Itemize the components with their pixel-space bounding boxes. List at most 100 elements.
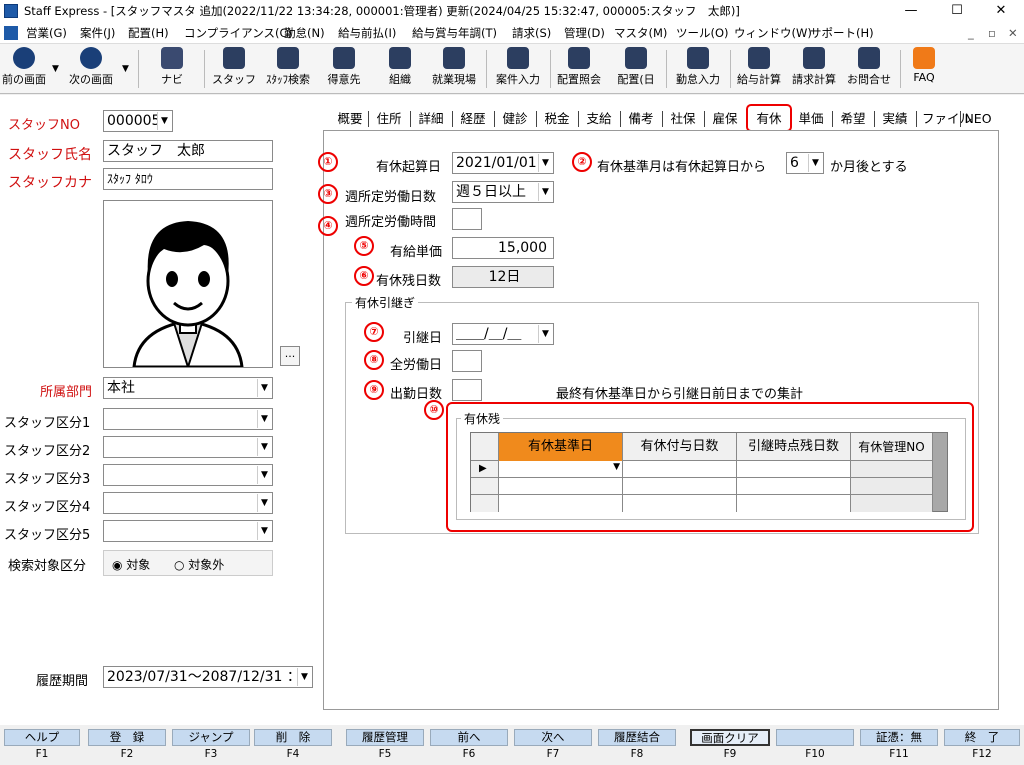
grid-cell[interactable] bbox=[737, 495, 851, 512]
close-button[interactable]: ✕ bbox=[978, 0, 1024, 22]
chevron-down-icon[interactable]: ▼ bbox=[297, 668, 311, 686]
chevron-down-icon[interactable]: ▼ bbox=[257, 522, 271, 540]
staff-search-button[interactable]: ｽﾀｯﾌ検索 bbox=[260, 47, 316, 91]
menu-seikyu[interactable]: 請求(S) bbox=[512, 22, 551, 44]
tab-unit-price[interactable]: 単価 bbox=[796, 108, 826, 130]
assign-day-button[interactable]: 配置(日 bbox=[610, 47, 662, 91]
carry-date-field[interactable]: ＿＿/＿/＿ ▼ bbox=[452, 323, 554, 345]
fkey-f9-clear[interactable]: 画面クリア bbox=[690, 729, 770, 746]
chevron-down-icon[interactable]: ▼ bbox=[257, 410, 271, 428]
menu-eigyo[interactable]: 営業(G) bbox=[26, 22, 67, 44]
minimize-button[interactable]: — bbox=[888, 0, 934, 22]
menu-window[interactable]: ウィンドウ(W) bbox=[734, 22, 812, 44]
app-menu-icon[interactable] bbox=[4, 26, 18, 40]
faq-button[interactable]: FAQ bbox=[906, 47, 942, 91]
grid-cell[interactable] bbox=[623, 478, 737, 495]
tab-results[interactable]: 実績 bbox=[880, 108, 910, 130]
tab-payment[interactable]: 支給 bbox=[584, 108, 614, 130]
menu-haichi[interactable]: 配置(H) bbox=[128, 22, 169, 44]
grid-cell[interactable] bbox=[623, 461, 737, 478]
grid-cell[interactable] bbox=[623, 495, 737, 512]
navi-button[interactable]: ナビ bbox=[152, 47, 192, 91]
prev-screen-button[interactable]: 前の画面 bbox=[2, 47, 46, 91]
tab-overview[interactable]: 概要 bbox=[336, 108, 364, 130]
menu-kanri[interactable]: 管理(D) bbox=[564, 22, 605, 44]
tab-career[interactable]: 経歴 bbox=[458, 108, 488, 130]
radio-exclude[interactable]: ○ 対象外 bbox=[174, 556, 224, 573]
site-button[interactable]: 就業現場 bbox=[428, 47, 480, 91]
attendance-days-field[interactable] bbox=[452, 379, 482, 401]
prev-dropdown-icon[interactable]: ▼ bbox=[52, 64, 59, 74]
tab-employ-ins[interactable]: 雇保 bbox=[710, 108, 740, 130]
history-period-select[interactable]: 2023/07/31～2087/12/31 ： ▼ bbox=[103, 666, 313, 688]
fkey-f1-help[interactable]: ヘルプ bbox=[4, 729, 80, 746]
tab-neo[interactable]: NEO bbox=[964, 108, 992, 130]
tab-file[interactable]: ファイル bbox=[922, 108, 972, 130]
start-date-field[interactable]: 2021/01/01 ▼ bbox=[452, 152, 554, 174]
chevron-down-icon[interactable]: ▼ bbox=[257, 438, 271, 456]
grid-cell-base-date-select[interactable]: ▼ bbox=[499, 461, 623, 478]
radio-target[interactable]: ◉ 対象 bbox=[112, 556, 150, 573]
mdi-close-button[interactable]: ✕ bbox=[1008, 22, 1018, 44]
tab-wish[interactable]: 希望 bbox=[838, 108, 868, 130]
chevron-down-icon[interactable]: ▼ bbox=[257, 379, 271, 397]
menu-kyuyo[interactable]: 給与賞与年調(T) bbox=[412, 22, 497, 44]
chevron-down-icon[interactable]: ▼ bbox=[257, 494, 271, 512]
tab-social-ins[interactable]: 社保 bbox=[668, 108, 698, 130]
tab-paid-leave[interactable]: 有休 bbox=[746, 104, 792, 132]
grid-cell[interactable] bbox=[737, 478, 851, 495]
chevron-down-icon[interactable]: ▼ bbox=[538, 325, 552, 343]
tab-notes[interactable]: 備考 bbox=[626, 108, 656, 130]
photo-browse-button[interactable]: ... bbox=[280, 346, 300, 366]
chevron-down-icon[interactable]: ▼ bbox=[538, 183, 552, 201]
staff-name-field[interactable]: スタッフ 太郎 bbox=[103, 140, 273, 162]
fkey-f2-save[interactable]: 登 録 bbox=[88, 729, 166, 746]
org-button[interactable]: 組織 bbox=[378, 47, 422, 91]
assign-inquiry-button[interactable]: 配置照会 bbox=[554, 47, 604, 91]
chevron-down-icon[interactable]: ▼ bbox=[257, 466, 271, 484]
menu-maebarai[interactable]: 給与前払(I) bbox=[338, 22, 396, 44]
fkey-f10[interactable] bbox=[776, 729, 854, 746]
grid-cell[interactable] bbox=[737, 461, 851, 478]
mdi-minimize-button[interactable]: _ bbox=[968, 22, 974, 44]
fkey-f11-evidence[interactable]: 証憑：無 bbox=[860, 729, 938, 746]
fkey-f12-exit[interactable]: 終 了 bbox=[944, 729, 1020, 746]
menu-tool[interactable]: ツール(O) bbox=[676, 22, 729, 44]
menu-anken[interactable]: 案件(J) bbox=[80, 22, 115, 44]
mdi-restore-button[interactable]: ▫ bbox=[988, 22, 996, 44]
menu-compliance[interactable]: コンプライアンス(C) bbox=[184, 22, 292, 44]
tab-health[interactable]: 健診 bbox=[500, 108, 530, 130]
fkey-f6-prev[interactable]: 前へ bbox=[430, 729, 508, 746]
staff-kana-field[interactable]: ｽﾀｯﾌ ﾀﾛｳ bbox=[103, 168, 273, 190]
kubun5-select[interactable]: ▼ bbox=[103, 520, 273, 542]
fkey-f5-history[interactable]: 履歴管理 bbox=[346, 729, 424, 746]
billing-button[interactable]: 請求計算 bbox=[788, 47, 840, 91]
inquiry-button[interactable]: お問合せ bbox=[844, 47, 894, 91]
next-screen-button[interactable]: 次の画面 bbox=[66, 47, 116, 91]
menu-support[interactable]: サポート(H) bbox=[810, 22, 874, 44]
maximize-button[interactable]: ☐ bbox=[934, 0, 980, 22]
fkey-f8-merge[interactable]: 履歴結合 bbox=[598, 729, 676, 746]
all-workdays-field[interactable] bbox=[452, 350, 482, 372]
attendance-button[interactable]: 勤怠入力 bbox=[672, 47, 724, 91]
base-month-select[interactable]: 6 ▼ bbox=[786, 152, 824, 174]
payroll-button[interactable]: 給与計算 bbox=[734, 47, 784, 91]
chevron-down-icon[interactable]: ▼ bbox=[157, 112, 171, 130]
dept-select[interactable]: 本社 ▼ bbox=[103, 377, 273, 399]
next-dropdown-icon[interactable]: ▼ bbox=[122, 64, 129, 74]
menu-master[interactable]: マスタ(M) bbox=[614, 22, 667, 44]
fkey-f3-jump[interactable]: ジャンプ bbox=[172, 729, 250, 746]
job-input-button[interactable]: 案件入力 bbox=[492, 47, 544, 91]
grid-cell[interactable] bbox=[499, 478, 623, 495]
kubun2-select[interactable]: ▼ bbox=[103, 436, 273, 458]
client-button[interactable]: 得意先 bbox=[322, 47, 366, 91]
chevron-down-icon[interactable]: ▼ bbox=[613, 462, 620, 472]
tab-tax[interactable]: 税金 bbox=[542, 108, 572, 130]
weekhours-field[interactable] bbox=[452, 208, 482, 230]
weekdays-select[interactable]: 週５日以上 ▼ bbox=[452, 181, 554, 203]
chevron-down-icon[interactable]: ▼ bbox=[538, 154, 552, 172]
grid-header-manage-no[interactable]: 有休管理NO bbox=[851, 433, 933, 461]
fkey-f4-delete[interactable]: 削 除 bbox=[254, 729, 332, 746]
grid-header-base-date[interactable]: 有休基準日 bbox=[499, 433, 623, 461]
kubun4-select[interactable]: ▼ bbox=[103, 492, 273, 514]
